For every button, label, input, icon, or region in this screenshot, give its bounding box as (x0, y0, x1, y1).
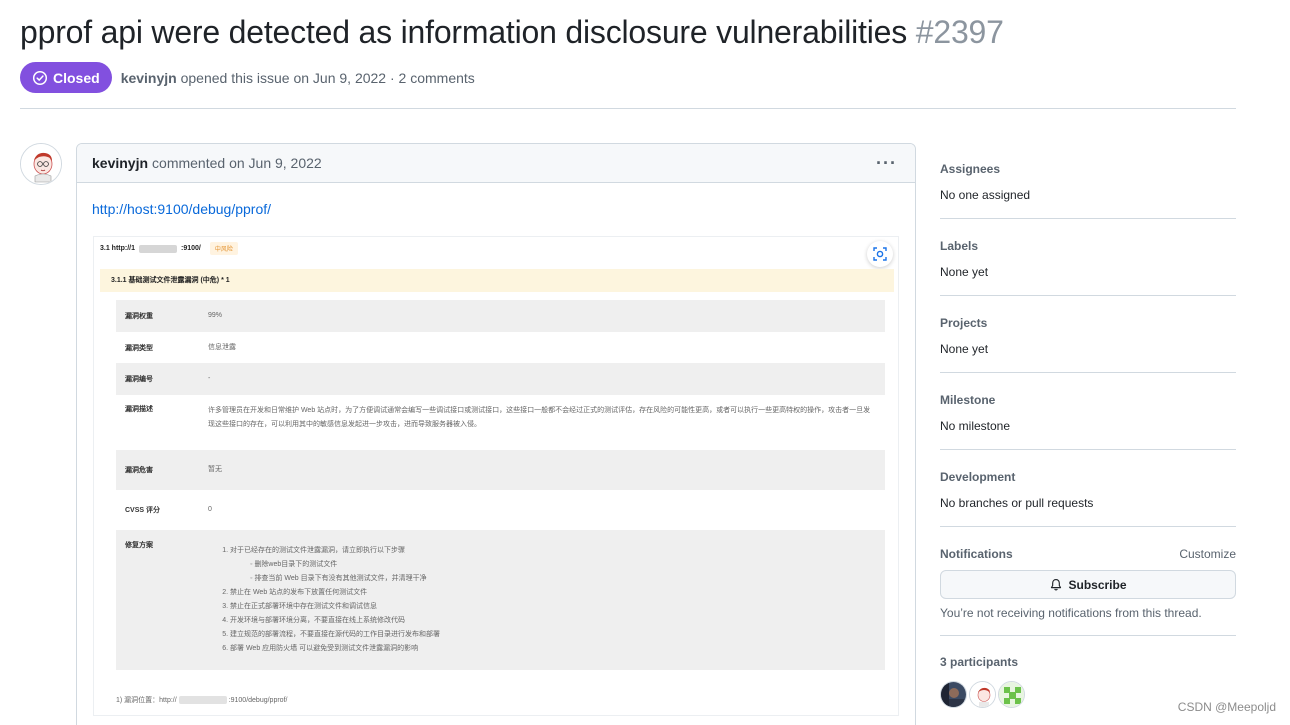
list-item: 开发环境与部署环境分离，不要直接在线上系统修改代码 (230, 614, 875, 628)
subscribe-label: Subscribe (1068, 577, 1127, 592)
avatar[interactable] (20, 143, 62, 185)
comment-box: kevinyjn commented on Jun 9, 2022 ··· ht… (76, 143, 916, 725)
list-item-text: 对于已经存在的测试文件泄露漏洞，请立即执行以下步骤 (230, 547, 405, 554)
milestone-heading[interactable]: Milestone (940, 393, 1236, 407)
list-item: 禁止在正式部署环境中存在测试文件和调试信息 (230, 600, 875, 614)
sidebar-projects: Projects None yet (940, 296, 1236, 373)
report-table: 漏洞权重 99% 漏洞类型 信息泄露 漏洞编号 - 漏洞描述 许多管理员在开发和… (116, 300, 885, 670)
table-row: CVSS 评分 0 (116, 490, 885, 530)
sidebar-participants: 3 participants (940, 636, 1236, 708)
issue-title: pprof api were detected as information d… (20, 14, 1004, 51)
issue-number: #2397 (915, 14, 1004, 50)
row-value: - (208, 375, 211, 382)
notifications-text: You’re not receiving notifications from … (940, 606, 1202, 620)
row-value: 信息泄露 (208, 343, 236, 351)
list-item: 禁止在 Web 站点的发布下放置任何测试文件 (230, 586, 875, 600)
participant-avatar[interactable] (940, 681, 967, 708)
state-label: Closed (53, 69, 100, 86)
notifications-header: Notifications Customize (940, 547, 1236, 561)
customize-link[interactable]: Customize (1179, 547, 1236, 561)
development-heading[interactable]: Development (940, 470, 1236, 484)
risk-tag: 中风险 (209, 242, 238, 255)
list-item: 部署 Web 应用防火墙 可以避免受到测试文件泄露漏洞的影响 (230, 642, 875, 656)
sidebar: Assignees No one assigned Labels None ye… (940, 146, 1236, 708)
row-value: 0 (208, 506, 212, 513)
row-key: 修复方案 (125, 542, 153, 549)
report-heading-suffix: :9100/ (181, 245, 201, 252)
comment-body: http://host:9100/debug/pprof/ (77, 183, 915, 237)
issue-title-text: pprof api were detected as information d… (20, 14, 908, 50)
row-key: 漏洞权重 (125, 313, 153, 320)
labels-heading[interactable]: Labels (940, 239, 1236, 253)
redacted-mask (139, 244, 178, 253)
closed-check-icon (32, 70, 48, 85)
comment-link[interactable]: http://host:9100/debug/pprof/ (92, 201, 271, 217)
footer-suffix: :9100/debug/pprof/ (228, 696, 288, 704)
issue-meta-suffix: opened this issue on Jun 9, 2022 · 2 com… (180, 69, 475, 86)
watermark: CSDN @Meepoljd (1177, 700, 1276, 714)
report-heading-prefix: 3.1 http://1 (100, 245, 136, 252)
list-item: 对于已经存在的测试文件泄露漏洞，请立即执行以下步骤 删除web目录下的测试文件 … (230, 544, 875, 586)
development-value: No branches or pull requests (940, 496, 1094, 510)
table-row: 漏洞类型 信息泄露 (116, 332, 885, 363)
notifications-heading: Notifications (940, 547, 1013, 561)
projects-value: None yet (940, 342, 989, 356)
list-item: 排查当前 Web 目录下有没有其他测试文件，并清理干净 (250, 572, 875, 586)
table-row: 修复方案 对于已经存在的测试文件泄露漏洞，请立即执行以下步骤 删除web目录下的… (116, 530, 885, 670)
scan-icon[interactable] (867, 241, 893, 267)
issue-author-link[interactable]: kevinyjn (121, 70, 177, 86)
row-value: 暂无 (208, 466, 222, 473)
report-subheading: 3.1.1 基础测试文件泄露漏洞 (中危) * 1 (100, 269, 894, 292)
state-badge: Closed (20, 62, 112, 93)
avatar-illustration (21, 144, 61, 184)
bell-icon (1051, 578, 1062, 590)
fix-list-cell: 对于已经存在的测试文件泄露漏洞，请立即执行以下步骤 删除web目录下的测试文件 … (208, 540, 885, 670)
table-row: 漏洞权重 99% (116, 300, 885, 332)
row-key: 漏洞危害 (125, 467, 153, 474)
fix-list: 对于已经存在的测试文件泄露漏洞，请立即执行以下步骤 删除web目录下的测试文件 … (208, 544, 875, 656)
participant-avatar[interactable] (969, 681, 996, 708)
list-item: 删除web目录下的测试文件 (250, 558, 875, 572)
row-key: 漏洞类型 (125, 344, 153, 352)
milestone-value: No milestone (940, 419, 1011, 433)
header-divider (20, 108, 1236, 109)
assignees-value: No one assigned (940, 188, 1031, 202)
comment-header: kevinyjn commented on Jun 9, 2022 ··· (77, 144, 915, 183)
comment-author-link[interactable]: kevinyjn (92, 155, 148, 171)
row-key: CVSS 评分 (125, 507, 161, 514)
footer-prefix: 1) 漏洞位置：http:// (116, 697, 177, 704)
sidebar-notifications: Notifications Customize Subscribe You’re… (940, 527, 1236, 636)
fix-sublist: 删除web目录下的测试文件 排查当前 Web 目录下有没有其他测试文件，并清理干… (230, 558, 875, 586)
issue-meta: Closed kevinyjn opened this issue on Jun… (20, 62, 475, 93)
report-heading: 3.1 http://1 :9100/ 中风险 (100, 242, 238, 255)
projects-heading[interactable]: Projects (940, 316, 1236, 330)
sidebar-labels: Labels None yet (940, 219, 1236, 296)
issue-meta-text: kevinyjn opened this issue on Jun 9, 202… (121, 70, 475, 86)
row-key: 漏洞编号 (125, 376, 153, 383)
list-item: 建立规范的部署流程，不要直接在源代码的工作目录进行发布和部署 (230, 628, 875, 642)
assignees-heading[interactable]: Assignees (940, 162, 1236, 176)
labels-value: None yet (940, 265, 989, 279)
table-row: 漏洞危害 暂无 (116, 450, 885, 490)
participants-heading: 3 participants (940, 655, 1019, 669)
report-image: 3.1 http://1 :9100/ 中风险 3.1.1 基础测试文件泄露漏洞 … (93, 236, 899, 716)
sidebar-development: Development No branches or pull requests (940, 450, 1236, 527)
table-row: 漏洞编号 - (116, 363, 885, 395)
sidebar-assignees: Assignees No one assigned (940, 146, 1236, 219)
table-row: 漏洞描述 许多管理员在开发和日常维护 Web 站点时，为了方便调试通常会编写一些… (116, 395, 885, 450)
row-key: 漏洞描述 (125, 406, 153, 413)
subscribe-button[interactable]: Subscribe (940, 570, 1236, 599)
redacted-mask (178, 696, 227, 704)
report-footer: 1) 漏洞位置：http:// :9100/debug/pprof/ (116, 695, 287, 705)
sidebar-milestone: Milestone No milestone (940, 373, 1236, 450)
row-value: 许多管理员在开发和日常维护 Web 站点时，为了方便调试通常会编写一些调试接口或… (208, 407, 871, 428)
participant-avatar[interactable] (998, 681, 1025, 708)
kebab-horizontal-icon[interactable]: ··· (876, 153, 897, 174)
row-value: 99% (208, 312, 223, 319)
comment-timestamp[interactable]: commented on Jun 9, 2022 (152, 155, 322, 171)
